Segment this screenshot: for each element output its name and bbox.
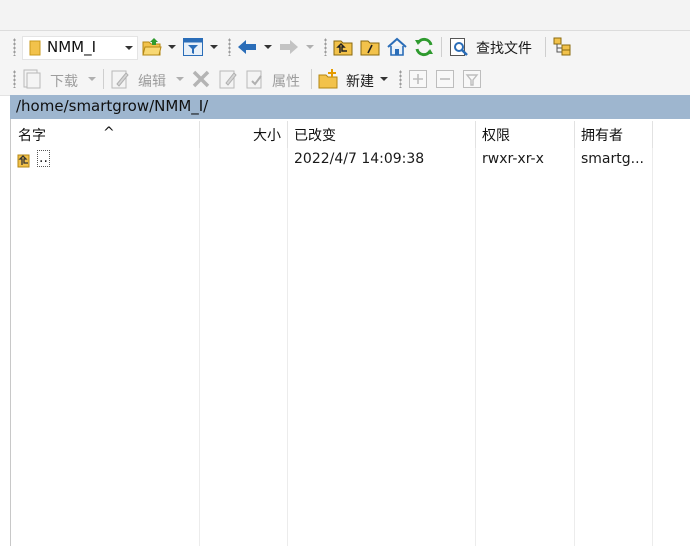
directory-combo-value: NMM_I (47, 38, 97, 56)
toolbar-grip[interactable] (228, 38, 231, 56)
column-divider (475, 148, 476, 546)
column-header-permissions[interactable]: 权限 (476, 121, 575, 148)
column-owner-label: 拥有者 (581, 128, 623, 144)
properties-icon[interactable] (244, 68, 266, 90)
edit-label[interactable]: 编辑 (138, 71, 166, 91)
expand-icon[interactable] (407, 68, 429, 90)
sort-ascending-icon: ^ (103, 125, 115, 141)
chevron-down-icon[interactable] (176, 77, 184, 81)
toolbar-separator (545, 37, 546, 57)
column-divider (652, 148, 653, 546)
chevron-down-icon[interactable] (210, 45, 218, 49)
parent-directory-icon (17, 154, 30, 168)
new-folder-icon[interactable] (317, 68, 339, 90)
chevron-down-icon[interactable] (306, 45, 314, 49)
open-folder-icon[interactable] (141, 36, 163, 58)
collapse-icon[interactable] (434, 68, 456, 90)
toolbar-navigation: NMM_I 查找文件 (0, 31, 690, 63)
column-divider (574, 148, 575, 546)
chevron-down-icon[interactable] (88, 77, 96, 81)
chevron-down-icon[interactable] (125, 46, 133, 50)
root-directory-icon[interactable] (359, 36, 381, 58)
delete-icon[interactable] (190, 68, 212, 90)
file-name: .. (37, 150, 50, 167)
toolbar-separator (311, 69, 312, 89)
toolbar-grip[interactable] (324, 38, 327, 56)
column-name-label: 名字 (18, 128, 46, 144)
chevron-down-icon[interactable] (264, 45, 272, 49)
chevron-down-icon[interactable] (168, 45, 176, 49)
folder-icon (29, 40, 41, 56)
column-header-modified[interactable]: 已改变 (288, 121, 476, 148)
properties-label[interactable]: 属性 (272, 71, 300, 91)
find-files-icon[interactable] (448, 36, 470, 58)
file-list-header: 名字 ^ 大小 已改变 权限 拥有者 (11, 121, 690, 148)
forward-arrow-icon[interactable] (278, 36, 300, 58)
rename-icon[interactable] (217, 68, 239, 90)
new-label[interactable]: 新建 (346, 71, 374, 91)
file-permissions: rwxr-xr-x (482, 151, 544, 167)
table-row[interactable]: .. 2022/4/7 14:09:38 rwxr-xr-x smartg... (11, 149, 661, 171)
column-header-size[interactable]: 大小 (200, 121, 288, 148)
toolbar-separator (441, 37, 442, 57)
panel-border (10, 119, 11, 546)
toolbar-file-operations: 下载 编辑 属性 新建 (0, 63, 690, 96)
filter-mask-icon[interactable] (461, 68, 483, 90)
directory-combo[interactable]: NMM_I (22, 36, 138, 60)
current-path-bar[interactable]: /home/smartgrow/NMM_I/ (10, 95, 690, 119)
column-modified-label: 已改变 (294, 128, 336, 144)
parent-directory-icon[interactable] (332, 36, 354, 58)
chevron-down-icon[interactable] (380, 77, 388, 81)
home-icon[interactable] (386, 36, 408, 58)
back-arrow-icon[interactable] (236, 36, 258, 58)
toolbar-grip[interactable] (399, 70, 402, 88)
directory-tree-icon[interactable] (552, 36, 574, 58)
toolbar-grip[interactable] (13, 70, 16, 88)
edit-icon[interactable] (109, 68, 131, 90)
filter-icon[interactable] (182, 36, 204, 58)
window-top-strip (0, 0, 690, 31)
column-divider (199, 148, 200, 546)
find-files-label[interactable]: 查找文件 (476, 38, 532, 58)
toolbar-grip[interactable] (13, 38, 16, 56)
column-header-name[interactable]: 名字 ^ (11, 121, 200, 148)
download-label[interactable]: 下载 (50, 71, 78, 91)
column-size-label: 大小 (253, 128, 281, 144)
toolbar-separator (103, 69, 104, 89)
download-icon[interactable] (21, 68, 43, 90)
file-owner: smartg... (581, 151, 644, 167)
column-permissions-label: 权限 (482, 128, 510, 144)
current-path: /home/smartgrow/NMM_I/ (16, 97, 209, 115)
refresh-icon[interactable] (413, 36, 435, 58)
column-divider (287, 148, 288, 546)
column-header-owner[interactable]: 拥有者 (575, 121, 653, 148)
file-modified: 2022/4/7 14:09:38 (294, 151, 425, 167)
